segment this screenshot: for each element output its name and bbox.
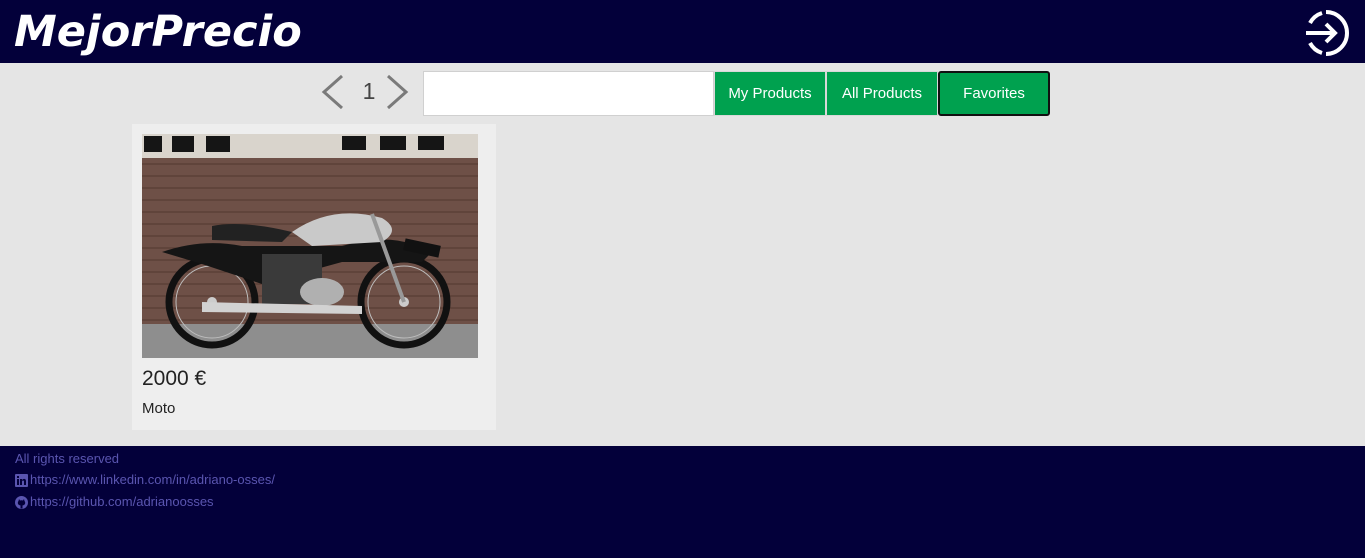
linkedin-row: https://www.linkedin.com/in/adriano-osse… <box>15 471 275 489</box>
product-name: Moto <box>142 400 176 417</box>
page-number: 1 <box>362 78 376 104</box>
github-link[interactable]: https://github.com/adrianoosses <box>30 493 214 511</box>
chevron-right-icon[interactable] <box>382 71 412 116</box>
logo[interactable]: MejorPrecio <box>14 4 302 60</box>
footer: All rights reserved https://www.linkedin… <box>0 446 1365 558</box>
linkedin-icon <box>15 473 28 487</box>
linkedin-link[interactable]: https://www.linkedin.com/in/adriano-osse… <box>30 471 275 489</box>
chevron-left-icon[interactable] <box>318 71 348 116</box>
github-icon <box>15 495 28 509</box>
rights-text: All rights reserved <box>15 451 120 466</box>
github-row: https://github.com/adrianoosses <box>15 493 214 511</box>
product-card[interactable]: 2000 € Moto <box>132 124 496 430</box>
product-image[interactable] <box>142 134 478 358</box>
header: MejorPrecio <box>0 0 1365 63</box>
search-input[interactable] <box>423 71 714 116</box>
my-products-button[interactable]: My Products <box>714 71 826 116</box>
all-products-button[interactable]: All Products <box>826 71 938 116</box>
favorites-button[interactable]: Favorites <box>938 71 1050 116</box>
product-price: 2000 € <box>142 367 207 390</box>
login-icon[interactable] <box>1302 6 1356 60</box>
